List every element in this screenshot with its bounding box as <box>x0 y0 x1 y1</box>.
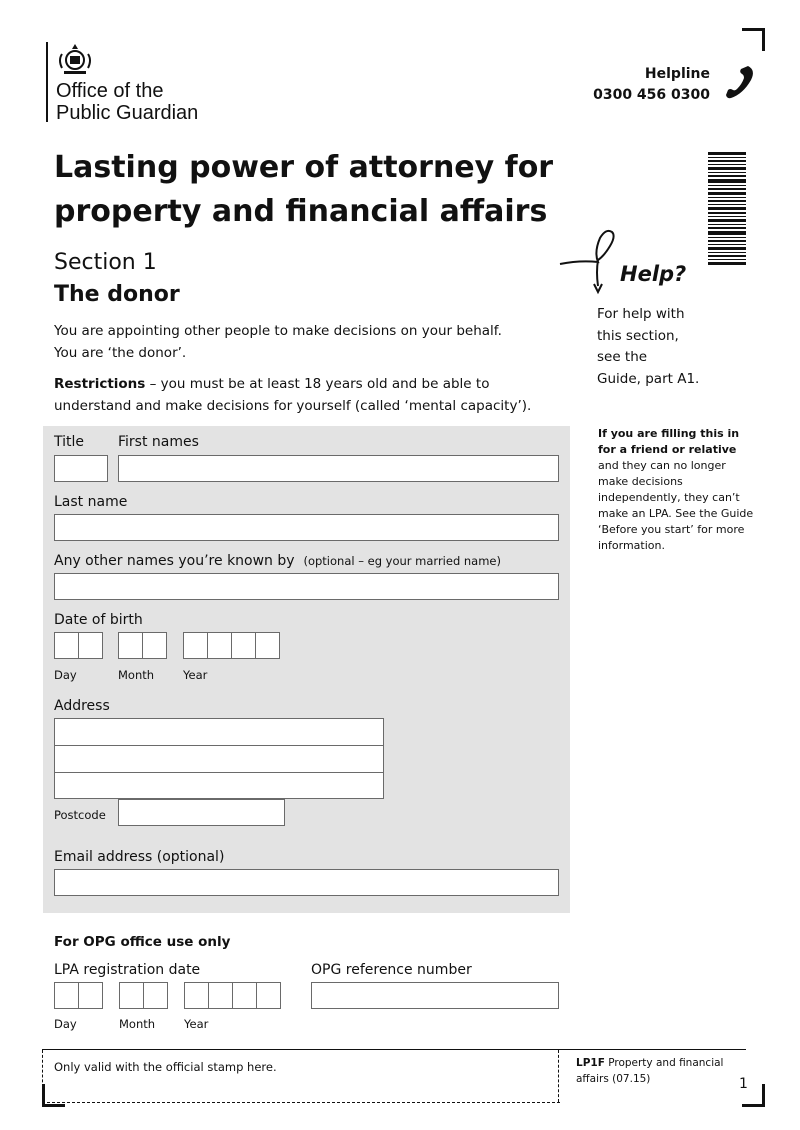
helpline: Helpline 0300 456 0300 <box>593 64 710 106</box>
first-names-label: First names <box>118 434 199 450</box>
form-code: LP1F Property and financial affairs (07.… <box>576 1055 726 1087</box>
opg-office-heading: For OPG office use only <box>54 934 231 950</box>
stamp-area-border-bottom <box>42 1102 560 1103</box>
helpline-label: Helpline <box>644 66 710 82</box>
footer-divider <box>42 1049 746 1050</box>
intro-line2: You are ‘the donor’. <box>54 345 187 361</box>
other-names-label-text: Any other names you’re known by <box>54 553 295 569</box>
dob-day-label: Day <box>54 668 77 682</box>
logo-divider <box>46 42 48 122</box>
barcode <box>708 152 746 265</box>
opg-reference-label: OPG reference number <box>311 962 472 978</box>
organisation-name: Office of the Public Guardian <box>56 80 198 124</box>
dob-year-digit[interactable] <box>255 632 280 659</box>
help-line2: this section, <box>597 327 679 344</box>
side-note: If you are filling this in for a friend … <box>598 426 758 554</box>
intro-text: You are appointing other people to make … <box>54 320 554 364</box>
registration-month-input[interactable] <box>119 982 168 1009</box>
registration-day-digit[interactable] <box>78 982 103 1009</box>
email-label: Email address (optional) <box>54 849 225 865</box>
other-names-input[interactable] <box>54 573 559 600</box>
email-input[interactable] <box>54 869 559 896</box>
phone-icon <box>726 66 753 99</box>
restrictions-text: Restrictions – you must be at least 18 y… <box>54 373 554 417</box>
registration-month-digit[interactable] <box>143 982 168 1009</box>
section-name: The donor <box>54 282 180 307</box>
help-line1: For help with <box>597 306 685 322</box>
registration-year-input[interactable] <box>184 982 281 1009</box>
crop-mark-bottom-left <box>42 1084 65 1107</box>
title-line2: property and financial affairs <box>54 194 548 229</box>
org-name-line1: Office of the <box>56 80 164 102</box>
stamp-area-border-right <box>558 1050 559 1102</box>
help-title: Help? <box>620 262 687 286</box>
dob-month-label: Month <box>118 668 155 682</box>
registration-year-digit[interactable] <box>232 982 257 1009</box>
lpa-registration-date-label: LPA registration date <box>54 962 201 978</box>
intro-line1: You are appointing other people to make … <box>54 323 502 339</box>
last-name-input[interactable] <box>54 514 559 541</box>
registration-day-input[interactable] <box>54 982 103 1009</box>
dob-day-digit[interactable] <box>54 632 79 659</box>
dob-year-digit[interactable] <box>231 632 256 659</box>
registration-day-label: Day <box>54 1017 77 1031</box>
dob-day-input[interactable] <box>54 632 103 659</box>
title-input[interactable] <box>54 455 108 482</box>
dob-month-digit[interactable] <box>118 632 143 659</box>
restrictions-label: Restrictions <box>54 376 146 392</box>
dob-year-digit[interactable] <box>183 632 208 659</box>
title-line1: Lasting power of attorney for <box>54 150 554 185</box>
address-line1-input[interactable] <box>54 718 384 746</box>
registration-month-digit[interactable] <box>119 982 144 1009</box>
dob-label: Date of birth <box>54 612 143 628</box>
crop-mark-top-right <box>742 28 765 51</box>
registration-year-label: Year <box>184 1017 209 1031</box>
title-field-label: Title <box>54 434 85 450</box>
help-line4: Guide, part A1. <box>597 370 700 387</box>
form-code-id: LP1F <box>576 1057 605 1069</box>
side-note-bold: If you are filling this in for a friend … <box>598 427 740 456</box>
postcode-input[interactable] <box>118 799 285 826</box>
address-line3-input[interactable] <box>54 772 384 799</box>
page-title: Lasting power of attorney for property a… <box>54 146 554 234</box>
royal-crest-icon <box>59 44 91 74</box>
registration-year-digit[interactable] <box>256 982 281 1009</box>
crop-mark-bottom-right <box>742 1084 765 1107</box>
address-label: Address <box>54 698 110 714</box>
help-text: For help with this section, see the Guid… <box>597 304 717 390</box>
registration-month-label: Month <box>119 1017 156 1031</box>
registration-day-digit[interactable] <box>54 982 79 1009</box>
other-names-hint: (optional – eg your married name) <box>303 554 501 568</box>
dob-day-digit[interactable] <box>78 632 103 659</box>
postcode-label: Postcode <box>54 808 106 822</box>
dob-year-digit[interactable] <box>207 632 232 659</box>
help-arrow-icon <box>559 229 615 295</box>
side-note-text: and they can no longer make decisions in… <box>598 459 754 552</box>
last-name-label: Last name <box>54 494 128 510</box>
help-line3: see the <box>597 349 648 365</box>
helpline-number: 0300 456 0300 <box>593 87 710 103</box>
address-line2-input[interactable] <box>54 745 384 773</box>
opg-reference-input[interactable] <box>311 982 559 1009</box>
first-names-input[interactable] <box>118 455 559 482</box>
registration-year-digit[interactable] <box>184 982 209 1009</box>
dob-month-input[interactable] <box>118 632 167 659</box>
registration-year-digit[interactable] <box>208 982 233 1009</box>
section-number: Section 1 <box>54 250 157 275</box>
dob-year-input[interactable] <box>183 632 280 659</box>
org-name-line2: Public Guardian <box>56 102 199 124</box>
dob-year-label: Year <box>183 668 208 682</box>
stamp-area-text: Only valid with the official stamp here. <box>54 1060 277 1074</box>
dob-month-digit[interactable] <box>142 632 167 659</box>
other-names-label: Any other names you’re known by (optiona… <box>54 553 501 569</box>
